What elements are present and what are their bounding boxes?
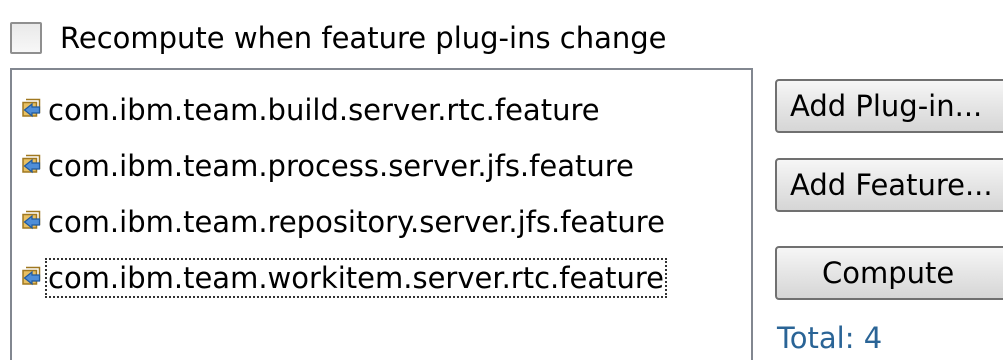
feature-selection-panel: Recompute when feature plug-ins change c… — [0, 0, 1003, 360]
list-item-label: com.ibm.team.process.server.jfs.feature — [48, 149, 634, 183]
list-item-label: com.ibm.team.build.server.rtc.feature — [48, 93, 600, 127]
feature-plugin-icon — [22, 154, 41, 174]
list-item[interactable]: com.ibm.team.repository.server.jfs.featu… — [20, 194, 751, 250]
compute-button[interactable]: Compute — [775, 246, 1003, 300]
feature-plugin-icon — [22, 98, 41, 118]
feature-plugin-icon — [22, 266, 41, 286]
list-item-label: com.ibm.team.repository.server.jfs.featu… — [48, 205, 665, 239]
feature-plugin-icon — [22, 210, 41, 230]
list-item[interactable]: com.ibm.team.workitem.server.rtc.feature — [20, 250, 751, 306]
recompute-checkbox[interactable] — [10, 22, 42, 54]
list-item[interactable]: com.ibm.team.process.server.jfs.feature — [20, 138, 751, 194]
recompute-checkbox-label[interactable]: Recompute when feature plug-ins change — [60, 20, 667, 56]
list-item-label: com.ibm.team.workitem.server.rtc.feature — [45, 258, 667, 298]
list-item[interactable]: com.ibm.team.build.server.rtc.feature — [20, 82, 751, 138]
add-plugin-button[interactable]: Add Plug-in... — [775, 79, 1003, 133]
add-feature-button[interactable]: Add Feature... — [775, 158, 1003, 212]
total-count-label: Total: 4 — [777, 321, 883, 355]
feature-list[interactable]: com.ibm.team.build.server.rtc.feature co… — [10, 68, 753, 360]
recompute-checkbox-row[interactable]: Recompute when feature plug-ins change — [10, 18, 667, 58]
